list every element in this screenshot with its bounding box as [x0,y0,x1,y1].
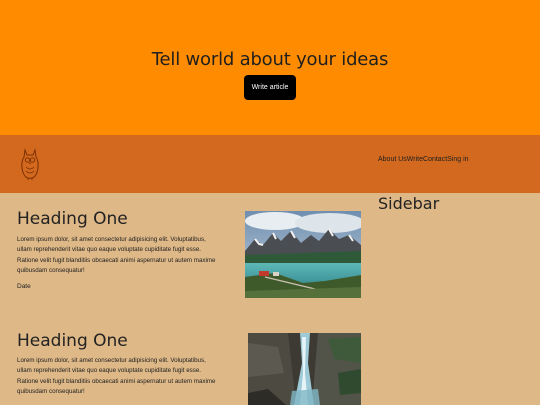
hero-title: Tell world about your ideas [151,49,389,70]
nav-link-contact[interactable]: Contact [423,156,447,163]
nav-link-about[interactable]: About Us [378,156,407,163]
owl-logo-icon[interactable] [20,147,40,181]
navbar [0,135,540,193]
canyon-waterfall-photo[interactable] [248,333,361,405]
nav-links: About Us Write Contact Sing in [378,156,469,163]
post-heading[interactable]: Heading One [17,209,128,229]
nav-link-signin[interactable]: Sing in [447,156,468,163]
hero-section: Tell world about your ideas Write articl… [0,0,540,135]
post-excerpt: Lorem ipsum dolor, sit amet consectetur … [17,357,216,395]
write-article-button[interactable]: Write article [244,75,296,100]
post-heading[interactable]: Heading One [17,331,128,351]
post-excerpt: Lorem ipsum dolor, sit amet consectetur … [17,236,216,274]
mountain-lake-photo[interactable] [245,211,361,298]
post-date: Date [17,283,31,290]
sidebar-title: Sidebar [378,194,440,213]
nav-link-write[interactable]: Write [407,156,423,163]
